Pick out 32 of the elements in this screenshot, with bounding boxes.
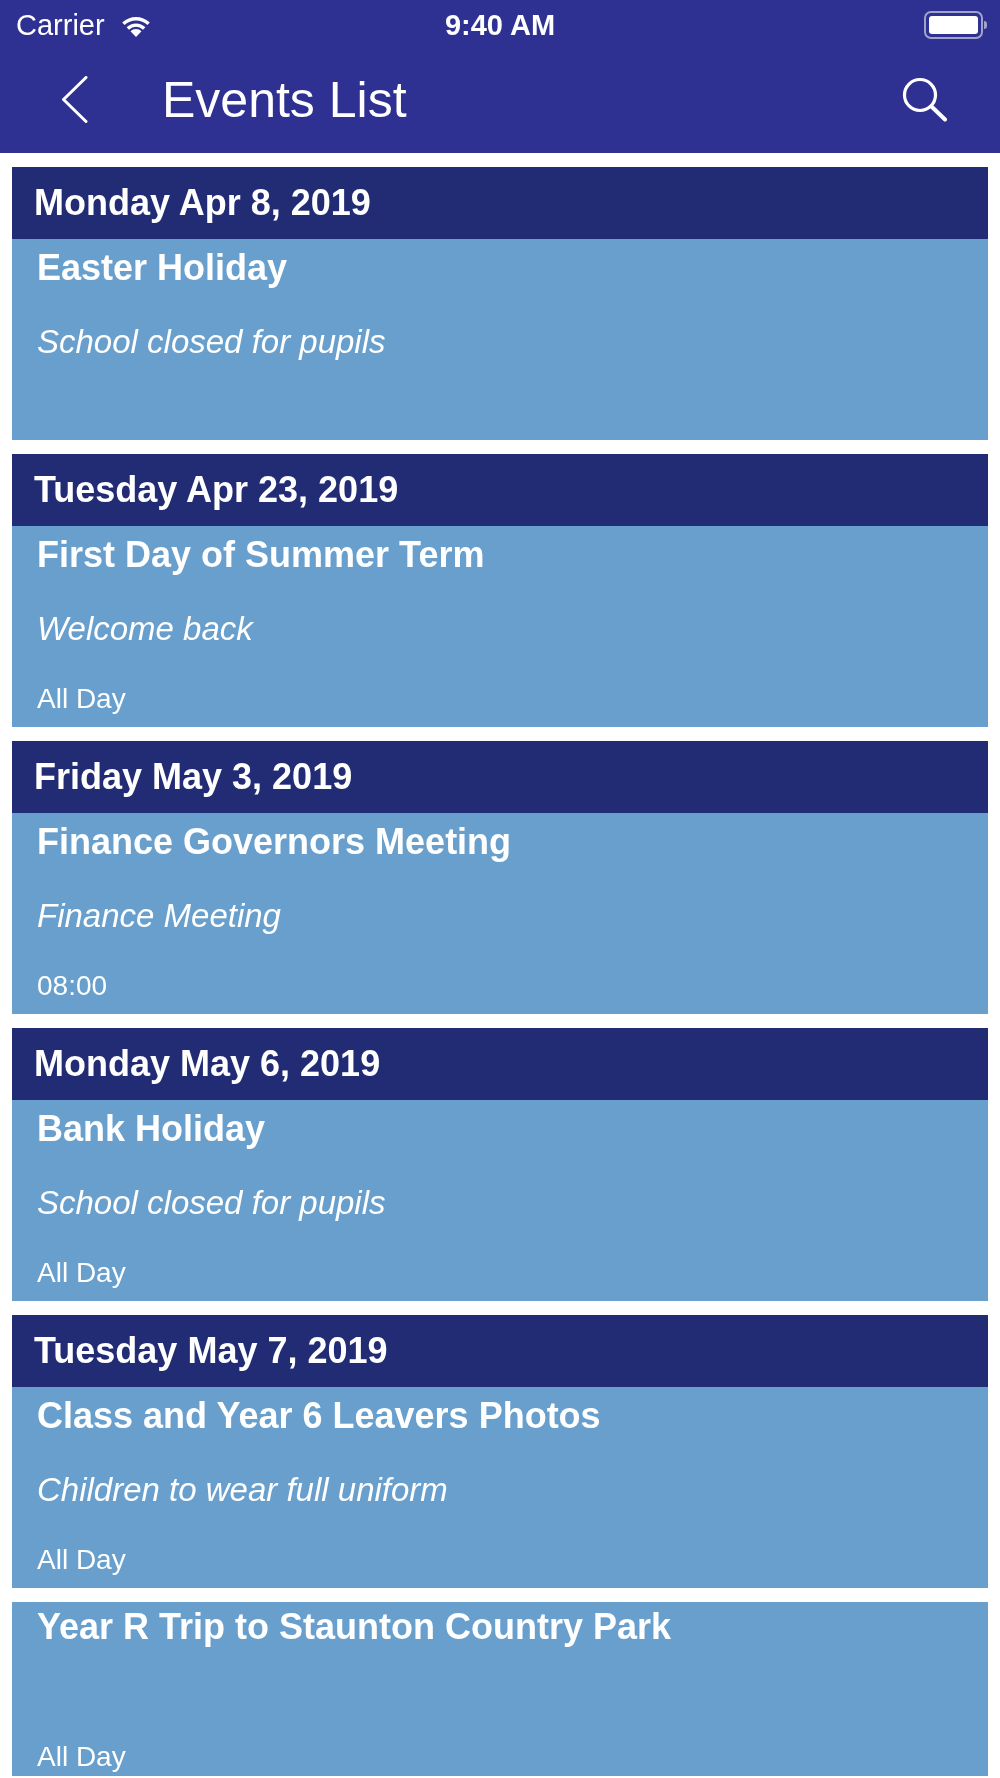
event-card[interactable]: Monday May 6, 2019 Bank Holiday School closed for pupils All Day <box>12 1028 988 1301</box>
event-card[interactable]: Tuesday Apr 23, 2019 First Day of Summer Term Welcome back All Day <box>12 454 988 727</box>
event-title: Finance Governors Meeting <box>37 821 512 863</box>
event-card[interactable]: Monday Apr 8, 2019 Easter Holiday School closed for pupils <box>12 167 988 440</box>
page-title: Events List <box>162 70 407 129</box>
event-description: Finance Meeting <box>37 896 281 936</box>
date-header: Tuesday Apr 23, 2019 <box>12 454 988 526</box>
event-time: All Day <box>37 1543 126 1577</box>
event-time: 08:00 <box>37 969 108 1003</box>
battery-icon <box>924 11 988 39</box>
event-description: School closed for pupils <box>37 322 386 362</box>
event-description: Children to wear full uniform <box>37 1470 448 1510</box>
date-header: Friday May 3, 2019 <box>12 741 988 813</box>
event-time: All Day <box>37 1256 126 1290</box>
status-time: 9:40 AM <box>444 8 556 42</box>
date-header: Monday May 6, 2019 <box>12 1028 988 1100</box>
event-title: Bank Holiday <box>37 1108 266 1150</box>
event-time: All Day <box>37 682 126 716</box>
carrier-label: Carrier <box>16 8 105 42</box>
event-time: All Day <box>37 1740 126 1774</box>
event-card[interactable]: Tuesday May 7, 2019 Class and Year 6 Leavers Photos Children to wear full uniform All Day <box>12 1315 988 1588</box>
event-description: School closed for pupils <box>37 1183 386 1223</box>
event-description: Welcome back <box>37 609 253 649</box>
event-title: Class and Year 6 Leavers Photos <box>37 1395 601 1437</box>
event-title: Easter Holiday <box>37 247 288 289</box>
event-title: First Day of Summer Term <box>37 534 485 576</box>
event-title: Year R Trip to Staunton Country Park <box>37 1606 672 1648</box>
event-card[interactable]: Friday May 3, 2019 Finance Governors Meeting Finance Meeting 08:00 <box>12 741 988 1014</box>
date-header: Monday Apr 8, 2019 <box>12 167 988 239</box>
back-icon <box>60 76 88 123</box>
search-icon <box>902 77 948 122</box>
date-header: Tuesday May 7, 2019 <box>12 1315 988 1387</box>
